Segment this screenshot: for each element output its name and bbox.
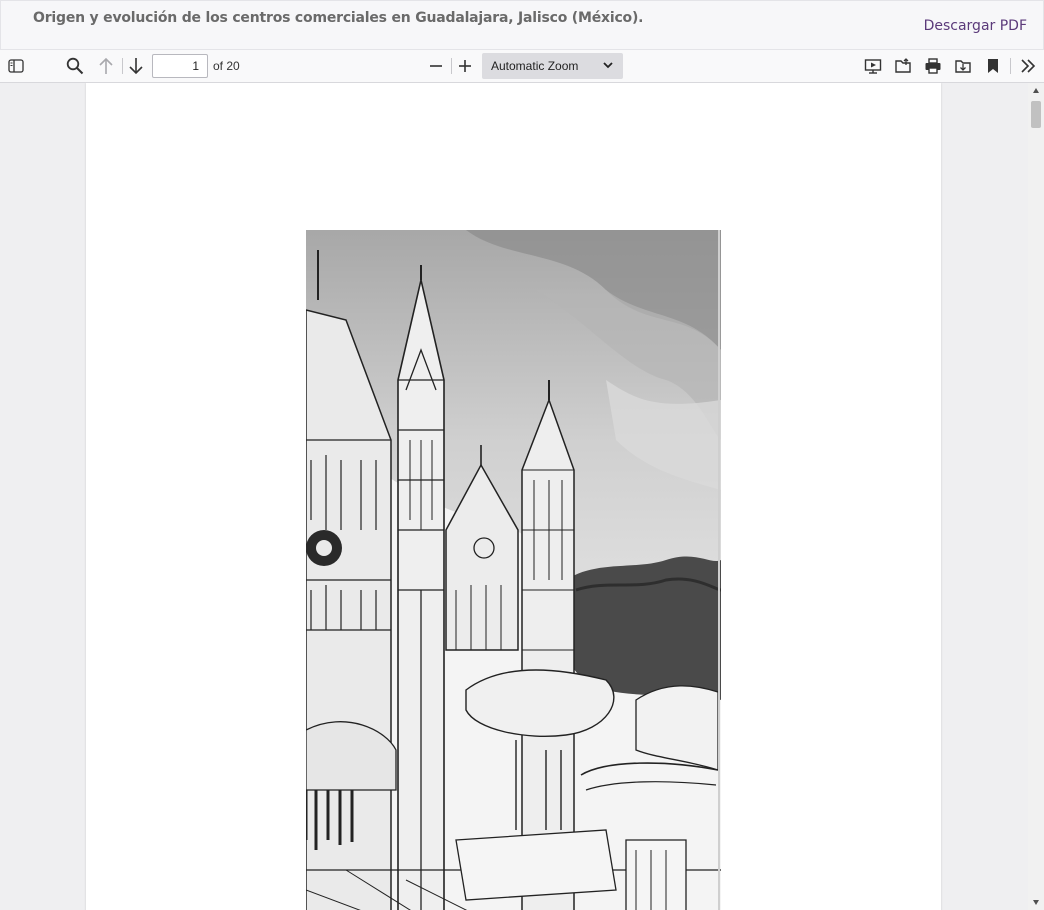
bookmark-icon bbox=[988, 59, 998, 73]
download-icon bbox=[955, 60, 971, 73]
scroll-up-icon[interactable] bbox=[1032, 87, 1040, 95]
download-pdf-link[interactable]: Descargar PDF bbox=[924, 18, 1027, 34]
bookmark-button[interactable] bbox=[980, 54, 1006, 78]
chevron-down-icon bbox=[603, 62, 613, 69]
scroll-down-icon[interactable] bbox=[1032, 898, 1040, 906]
document-header: Origen y evolución de los centros comerc… bbox=[0, 0, 1044, 50]
zoom-out-icon bbox=[430, 65, 442, 67]
page-count-label: of 20 bbox=[213, 59, 240, 73]
page-number-input[interactable] bbox=[152, 54, 208, 78]
print-button[interactable] bbox=[920, 54, 946, 78]
presentation-mode-button[interactable] bbox=[860, 54, 886, 78]
zoom-select[interactable]: Automatic Zoom bbox=[482, 53, 623, 79]
document-title: Origen y evolución de los centros comerc… bbox=[33, 10, 644, 26]
vertical-scrollbar[interactable] bbox=[1028, 83, 1044, 910]
open-file-button[interactable] bbox=[890, 54, 916, 78]
previous-page-icon bbox=[99, 57, 113, 74]
zoom-out-button[interactable] bbox=[423, 54, 449, 78]
toolbar-separator bbox=[1010, 58, 1011, 74]
next-page-icon bbox=[129, 58, 143, 75]
cathedral-sketch-illustration bbox=[306, 230, 721, 910]
scrollbar-thumb[interactable] bbox=[1031, 101, 1041, 128]
find-button[interactable] bbox=[62, 54, 88, 78]
double-chevron-right-icon bbox=[1021, 59, 1036, 73]
download-button[interactable] bbox=[950, 54, 976, 78]
zoom-in-icon bbox=[459, 60, 471, 72]
tools-menu-button[interactable] bbox=[1015, 54, 1041, 78]
search-icon bbox=[66, 57, 84, 75]
zoom-select-value: Automatic Zoom bbox=[491, 59, 579, 73]
next-page-button[interactable] bbox=[123, 54, 149, 78]
document-viewer[interactable] bbox=[0, 83, 1028, 910]
zoom-in-button[interactable] bbox=[452, 54, 478, 78]
sidebar-toggle-button[interactable] bbox=[3, 54, 29, 78]
open-file-icon bbox=[895, 58, 911, 73]
pdf-toolbar: of 20 Automatic Zoom bbox=[0, 50, 1044, 83]
print-icon bbox=[925, 58, 941, 74]
pdf-page bbox=[86, 83, 941, 910]
sidebar-toggle-icon bbox=[8, 59, 24, 73]
previous-page-button[interactable] bbox=[93, 54, 119, 78]
presentation-mode-icon bbox=[864, 59, 882, 74]
